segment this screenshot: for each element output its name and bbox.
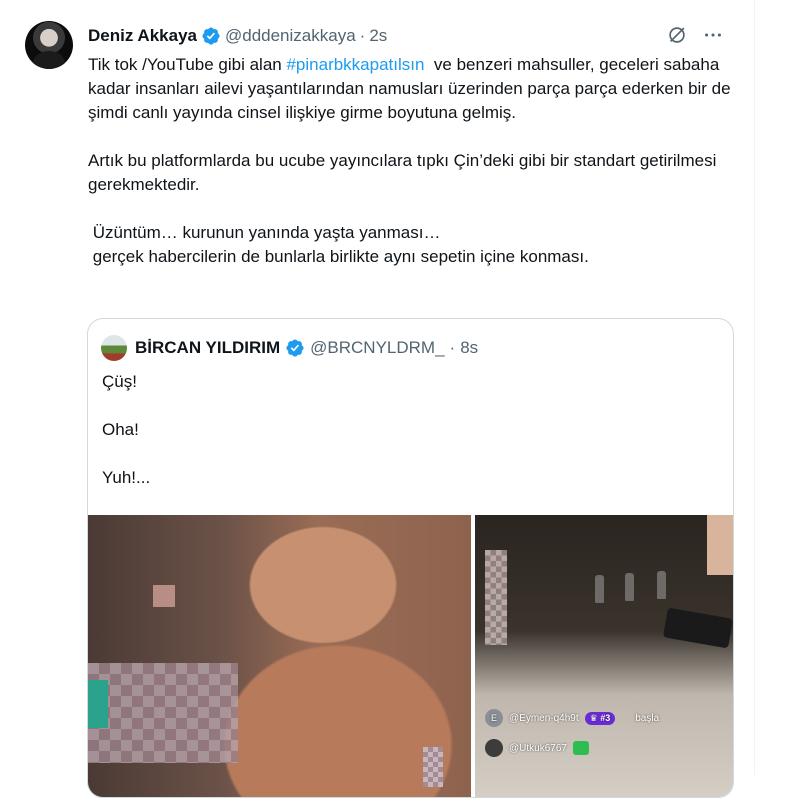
quoted-author-handle[interactable]: @BRCNYLDRM_ bbox=[310, 338, 444, 358]
pixelated-area bbox=[88, 680, 108, 728]
quoted-line-3: Yuh!... bbox=[102, 468, 151, 487]
more-icon[interactable] bbox=[702, 24, 724, 46]
pixelated-area bbox=[485, 550, 507, 645]
tweet[interactable]: Deniz Akkaya @dddenizakkaya · 2s Tik tok… bbox=[0, 0, 755, 798]
quoted-tweet-header: BİRCAN YILDIRIM @BRCNYLDRM_ · 8s bbox=[101, 335, 478, 361]
comment-avatar bbox=[485, 739, 503, 757]
quoted-author-name[interactable]: BİRCAN YILDIRIM bbox=[135, 338, 280, 358]
tweet-paragraph-1: Tik tok /YouTube gibi alan #pinarbkkapat… bbox=[88, 53, 738, 125]
bottle bbox=[625, 573, 634, 601]
media-image-left[interactable] bbox=[88, 515, 471, 797]
comment-user: @Utkuk6767 bbox=[509, 742, 567, 754]
quoted-line-1: Çüş! bbox=[102, 372, 137, 391]
tweet-paragraph-3: Üzüntüm… kurunun yanında yaşta yanması… … bbox=[92, 223, 589, 266]
tweet-header: Deniz Akkaya @dddenizakkaya · 2s bbox=[88, 24, 387, 48]
pixelated-area bbox=[88, 663, 238, 763]
bottle bbox=[657, 571, 666, 599]
live-comment: @Utkuk6767 bbox=[485, 733, 730, 763]
tweet-time[interactable]: 2s bbox=[369, 26, 387, 46]
quoted-line-2: Oha! bbox=[102, 420, 139, 439]
badge-rank: #3 bbox=[600, 712, 611, 723]
author-avatar[interactable] bbox=[25, 21, 73, 69]
comment-user: @Eymen-q4h9t bbox=[509, 712, 579, 724]
crown-badge: ♛ #3 bbox=[584, 711, 616, 725]
quoted-tweet[interactable]: BİRCAN YILDIRIM @BRCNYLDRM_ · 8s Çüş! Oh… bbox=[87, 318, 734, 798]
quoted-tweet-time[interactable]: 8s bbox=[460, 338, 478, 358]
verified-badge-icon bbox=[286, 339, 304, 357]
phone bbox=[662, 607, 733, 649]
verified-badge-icon bbox=[202, 27, 220, 45]
pixelated-area bbox=[153, 585, 175, 607]
comment-avatar: E bbox=[485, 709, 503, 727]
quoted-author-avatar[interactable] bbox=[101, 335, 127, 361]
separator-dot: · bbox=[449, 338, 456, 357]
pixelated-area bbox=[423, 747, 443, 787]
grok-icon[interactable] bbox=[666, 24, 688, 46]
pixelated-area bbox=[707, 515, 733, 575]
tweet-text: Tik tok /YouTube gibi alan #pinarbkkapat… bbox=[88, 53, 738, 269]
comment-text: başla bbox=[635, 712, 660, 724]
live-comments: E @Eymen-q4h9t ♛ #3 başla @Utkuk6767 bbox=[485, 703, 730, 763]
author-name[interactable]: Deniz Akkaya bbox=[88, 26, 197, 46]
bottle bbox=[595, 575, 604, 603]
emoji-sticker-icon bbox=[572, 741, 589, 755]
separator-dot: · bbox=[359, 26, 366, 45]
tweet-actions bbox=[666, 24, 724, 46]
tweet-paragraph-2: Artık bu platformlarda bu ucube yayıncıl… bbox=[88, 151, 722, 194]
author-handle[interactable]: @dddenizakkaya bbox=[225, 26, 356, 46]
quoted-tweet-text: Çüş! Oha! Yuh!... bbox=[102, 370, 150, 490]
hashtag-link[interactable]: #pinarbkkapatılsın bbox=[286, 55, 424, 74]
live-comment: E @Eymen-q4h9t ♛ #3 başla bbox=[485, 703, 730, 733]
text-segment: Tik tok /YouTube gibi alan bbox=[88, 55, 287, 74]
media-image-right[interactable]: E @Eymen-q4h9t ♛ #3 başla @Utkuk6767 bbox=[475, 515, 733, 797]
